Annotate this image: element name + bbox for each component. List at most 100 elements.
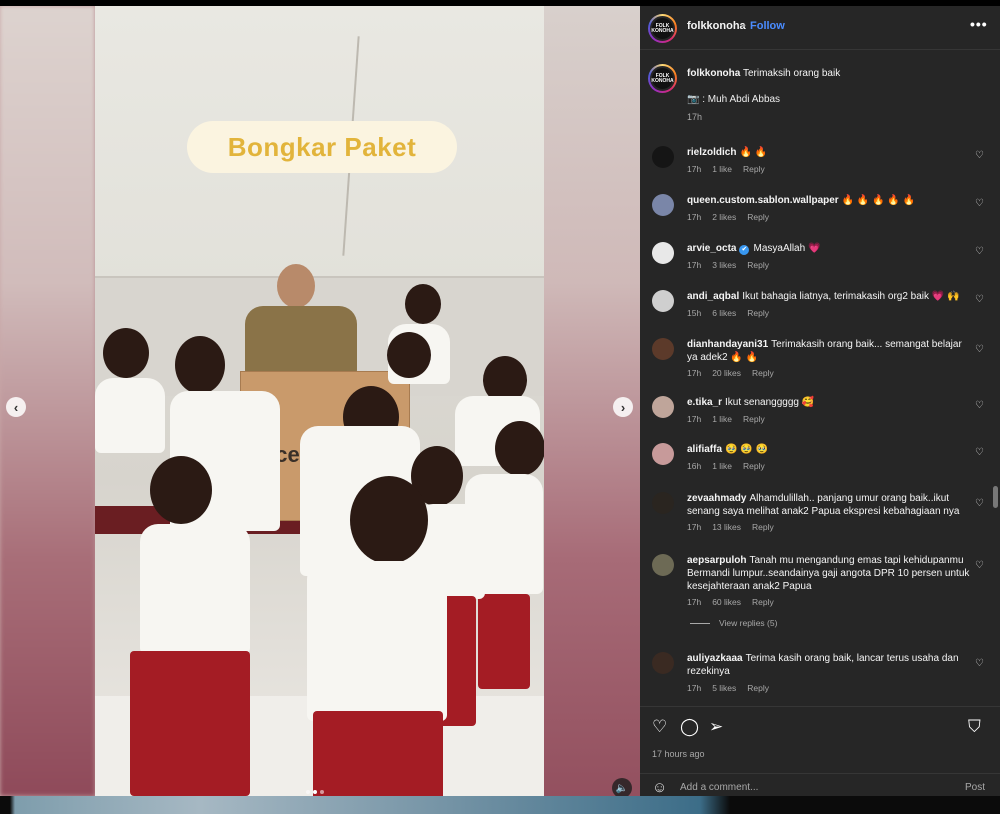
- smiley-icon[interactable]: ☺: [652, 779, 667, 796]
- audio-toggle-button[interactable]: 🔈: [612, 778, 632, 796]
- previous-button[interactable]: ‹: [6, 397, 26, 417]
- commenter-avatar[interactable]: [652, 146, 674, 168]
- commenter-username[interactable]: e.tika_r: [687, 397, 722, 408]
- bookmark-icon[interactable]: ⛉: [968, 717, 981, 737]
- comment-time: 15h: [687, 308, 702, 318]
- speaker-icon: 🔈: [615, 782, 629, 794]
- reply-button[interactable]: Reply: [752, 368, 774, 378]
- comment-likes[interactable]: 1 like: [712, 461, 732, 471]
- comment-meta: 16h 1 like Reply: [687, 461, 776, 471]
- video-frame[interactable]: ece Bongkar Paket: [95, 6, 544, 796]
- posted-time: 17 hours ago: [652, 749, 705, 759]
- more-options-icon[interactable]: •••: [970, 16, 988, 32]
- commenter-avatar[interactable]: [652, 242, 674, 264]
- caption-username[interactable]: folkkonoha: [687, 68, 740, 79]
- comment-meta: 17h 60 likes Reply: [687, 597, 785, 607]
- comment-like-heart-icon[interactable]: ♡: [975, 150, 984, 161]
- comment-meta: 17h 3 likes Reply: [687, 260, 780, 270]
- comment-meta: 15h 6 likes Reply: [687, 308, 780, 318]
- comment-likes[interactable]: 6 likes: [712, 308, 736, 318]
- comment-body: MasyaAllah 💗: [753, 243, 821, 254]
- commenter-username[interactable]: aepsarpuloh: [687, 555, 746, 566]
- comment-likes[interactable]: 3 likes: [712, 260, 736, 270]
- comment-body: 🔥 🔥: [739, 147, 768, 158]
- comment-text: alifiaffa 🥹 🥹 🥹: [687, 443, 972, 456]
- comment-like-heart-icon[interactable]: ♡: [975, 198, 984, 209]
- commenter-username[interactable]: auliyazkaaa: [687, 653, 743, 664]
- reply-button[interactable]: Reply: [747, 260, 769, 270]
- comment-text: auliyazkaaa Terima kasih orang baik, lanc…: [687, 652, 972, 678]
- commenter-username[interactable]: queen.custom.sablon.wallpaper: [687, 195, 839, 206]
- post-actions: ♡ ◯ ➢ ⛉ 17 hours ago ☺ Add a comment... …: [640, 706, 1000, 796]
- scrollbar-thumb[interactable]: [993, 486, 998, 508]
- comment-likes[interactable]: 2 likes: [712, 212, 736, 222]
- share-icon[interactable]: ➢: [709, 717, 723, 737]
- author-username[interactable]: folkkonoha: [687, 20, 746, 32]
- author-avatar[interactable]: FOLK KONOHA: [648, 14, 677, 43]
- commenter-avatar[interactable]: [652, 554, 674, 576]
- reply-button[interactable]: Reply: [752, 522, 774, 532]
- comment-like-heart-icon[interactable]: ♡: [975, 400, 984, 411]
- comment-likes[interactable]: 20 likes: [712, 368, 741, 378]
- comment-time: 17h: [687, 522, 702, 532]
- reply-button[interactable]: Reply: [752, 597, 774, 607]
- follow-button[interactable]: Follow: [750, 20, 785, 32]
- post-details-panel: FOLK KONOHA folkkonoha • Follow ••• FOLK…: [640, 6, 1000, 796]
- comment-time: 16h: [687, 461, 702, 471]
- heart-icon[interactable]: ♡: [652, 717, 667, 737]
- comment-likes[interactable]: 13 likes: [712, 522, 741, 532]
- comment-like-heart-icon[interactable]: ♡: [975, 294, 984, 305]
- comment-like-heart-icon[interactable]: ♡: [975, 447, 984, 458]
- add-comment-input[interactable]: Add a comment...: [680, 782, 758, 793]
- commenter-avatar[interactable]: [652, 492, 674, 514]
- commenter-username[interactable]: zevaahmady: [687, 493, 746, 504]
- comment-like-heart-icon[interactable]: ♡: [975, 658, 984, 669]
- comment-text: aepsarpuloh Tanah mu mengandung emas tapi…: [687, 554, 972, 593]
- commenter-username[interactable]: andi_aqbal: [687, 291, 739, 302]
- comment-text: rielzoldich 🔥 🔥: [687, 146, 972, 159]
- view-replies-button[interactable]: View replies (5): [690, 618, 777, 628]
- reply-button[interactable]: Reply: [747, 683, 769, 693]
- next-button[interactable]: ›: [613, 397, 633, 417]
- separator-dot: •: [742, 20, 746, 32]
- post-media[interactable]: ece Bongkar Paket ‹ › 🔈: [0, 6, 640, 796]
- comment-likes[interactable]: 60 likes: [712, 597, 741, 607]
- caption-credit: 📷 : Muh Abdi Abbas: [687, 94, 781, 105]
- comment-like-heart-icon[interactable]: ♡: [975, 560, 984, 571]
- comment-time: 17h: [687, 414, 702, 424]
- comment-likes[interactable]: 5 likes: [712, 683, 736, 693]
- reply-button[interactable]: Reply: [743, 461, 765, 471]
- reply-button[interactable]: Reply: [743, 164, 765, 174]
- comment-like-heart-icon[interactable]: ♡: [975, 498, 984, 509]
- comment-icon[interactable]: ◯: [680, 717, 699, 737]
- comment-time: 17h: [687, 212, 702, 222]
- comment-text: andi_aqbal Ikut bahagia liatnya, terimaka…: [687, 290, 972, 303]
- commenter-avatar[interactable]: [652, 290, 674, 312]
- reply-button[interactable]: Reply: [747, 212, 769, 222]
- comment-body: Ikut senanggggg 🥰: [725, 397, 815, 408]
- comment-like-heart-icon[interactable]: ♡: [975, 344, 984, 355]
- comment-text: arvie_octa ✔ MasyaAllah 💗: [687, 242, 972, 255]
- comment-likes[interactable]: 1 like: [712, 164, 732, 174]
- comment-like-heart-icon[interactable]: ♡: [975, 246, 984, 257]
- commenter-username[interactable]: arvie_octa: [687, 243, 736, 254]
- comment-meta: 17h 1 like Reply: [687, 164, 776, 174]
- post-comment-button[interactable]: Post: [965, 782, 985, 793]
- commenter-username[interactable]: dianhandayani31: [687, 339, 768, 350]
- caption-avatar[interactable]: FOLK KONOHA: [648, 64, 677, 93]
- commenter-avatar[interactable]: [652, 396, 674, 418]
- post-header: FOLK KONOHA folkkonoha • Follow •••: [640, 6, 1000, 50]
- caption-text: folkkonoha Terimaksih orang baik: [687, 68, 840, 79]
- caption-timestamp: 17h: [687, 112, 703, 122]
- commenter-avatar[interactable]: [652, 194, 674, 216]
- comment-likes[interactable]: 1 like: [712, 414, 732, 424]
- commenter-username[interactable]: alifiaffa: [687, 444, 722, 455]
- verified-badge-icon: ✔: [739, 245, 750, 255]
- commenter-username[interactable]: rielzoldich: [687, 147, 736, 158]
- commenter-avatar[interactable]: [652, 652, 674, 674]
- reply-button[interactable]: Reply: [743, 414, 765, 424]
- commenter-avatar[interactable]: [652, 338, 674, 360]
- reply-button[interactable]: Reply: [747, 308, 769, 318]
- comment-body: 🔥 🔥 🔥 🔥 🔥: [841, 195, 916, 206]
- commenter-avatar[interactable]: [652, 443, 674, 465]
